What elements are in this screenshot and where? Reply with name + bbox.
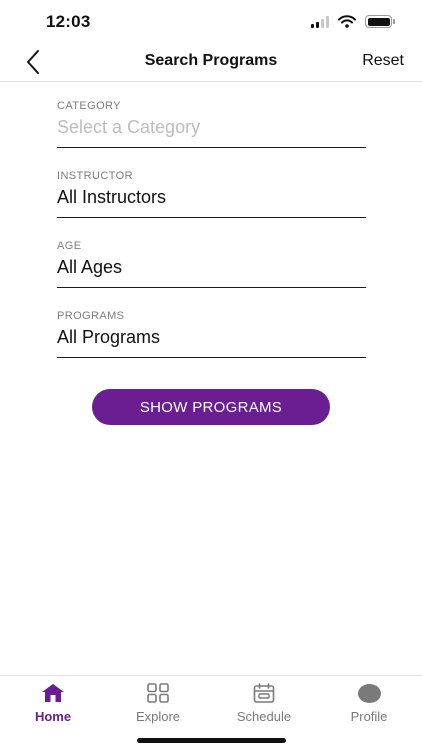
tab-home[interactable]: Home [3, 682, 103, 724]
tab-schedule-label: Schedule [236, 709, 292, 724]
home-icon [42, 684, 64, 702]
programs-value: All Programs [57, 327, 161, 347]
signal-icon [311, 15, 329, 28]
status-time: 12:03 [46, 12, 91, 31]
category-value: Select a Category [57, 117, 201, 137]
tab-profile-label: Profile [350, 709, 388, 724]
calendar-icon [253, 683, 275, 703]
page-title: Search Programs [144, 52, 278, 69]
battery-icon [365, 15, 395, 28]
category-label: CATEGORY [57, 100, 121, 112]
tab-schedule[interactable]: Schedule [214, 682, 314, 724]
status-icons [311, 15, 395, 28]
instructor-field[interactable]: INSTRUCTOR All Instructors [57, 170, 366, 218]
grid-icon [147, 683, 169, 703]
reset-button[interactable]: Reset [362, 52, 404, 70]
programs-field[interactable]: PROGRAMS All Programs [57, 310, 366, 358]
age-label: AGE [57, 240, 82, 252]
age-value: All Ages [57, 257, 123, 277]
category-field[interactable]: CATEGORY Select a Category [57, 100, 366, 148]
avatar-icon [357, 683, 381, 703]
tab-profile[interactable]: Profile [319, 682, 419, 724]
status-bar: 12:03 [0, 0, 422, 46]
wifi-icon [338, 15, 356, 28]
nav-bar: Search Programs Reset [0, 46, 422, 82]
instructor-label: INSTRUCTOR [57, 170, 133, 182]
programs-label: PROGRAMS [57, 310, 125, 322]
show-programs-button[interactable]: SHOW PROGRAMS [92, 389, 330, 425]
age-field[interactable]: AGE All Ages [57, 240, 366, 288]
tab-home-label: Home [34, 709, 72, 724]
instructor-value: All Instructors [57, 187, 167, 207]
tab-explore-label: Explore [135, 709, 181, 724]
tab-explore[interactable]: Explore [108, 682, 208, 724]
home-indicator[interactable] [137, 738, 286, 743]
